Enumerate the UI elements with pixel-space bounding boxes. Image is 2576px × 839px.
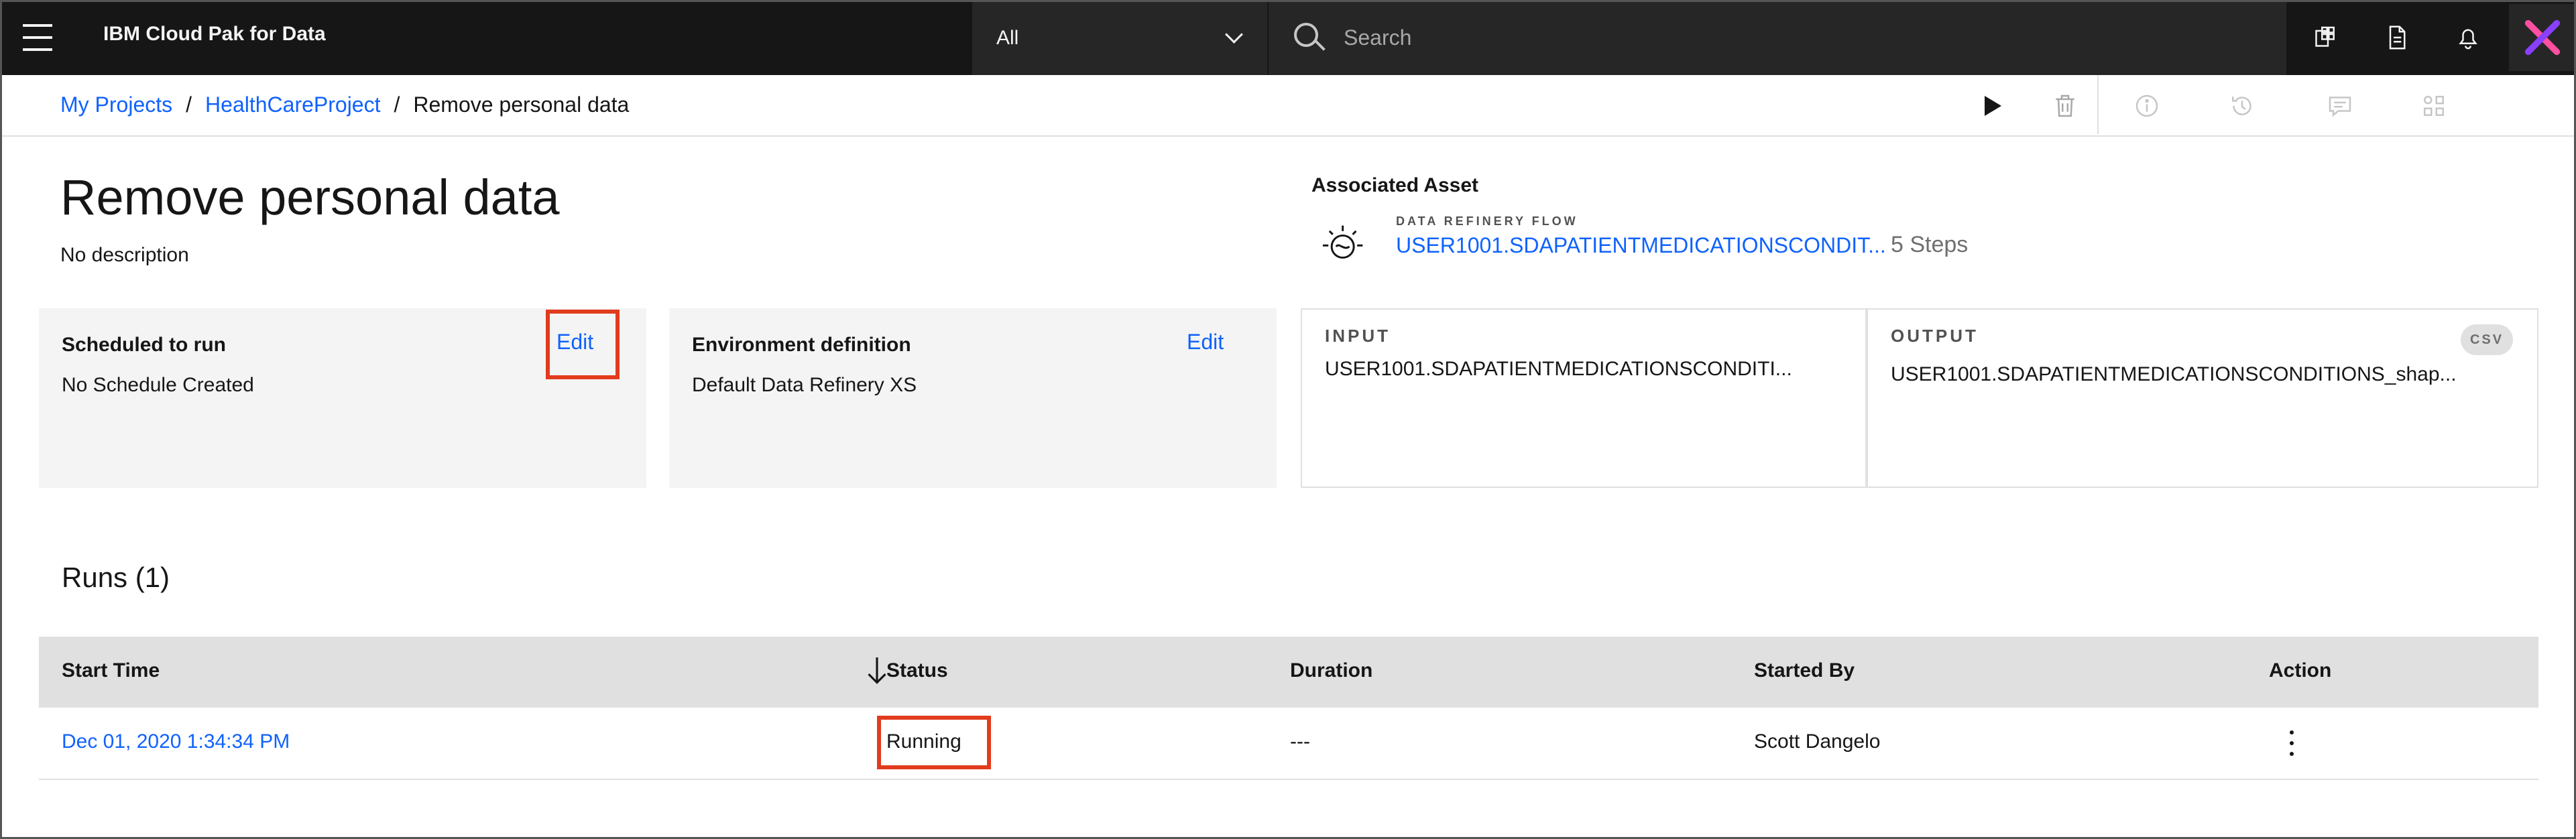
csv-badge: CSV (2461, 324, 2513, 355)
highlight-box-status (877, 716, 991, 769)
data-refinery-flow-icon (1322, 225, 1363, 259)
search-bar (1269, 0, 2286, 75)
brand-name[interactable]: IBM Cloud Pak for Data (103, 23, 326, 46)
input-panel: INPUT USER1001.SDAPATIENTMEDICATIONSCOND… (1301, 308, 1867, 488)
document-icon[interactable] (2361, 0, 2433, 75)
trash-icon[interactable] (2045, 86, 2085, 126)
associated-asset-link[interactable]: USER1001.SDAPATIENTMEDICATIONSCONDIT... (1396, 233, 1886, 258)
environment-label: Environment definition (692, 334, 911, 356)
overflow-menu-icon[interactable] (2285, 726, 2298, 760)
scope-value: All (996, 27, 1019, 49)
column-header-started-by: Started By (1754, 659, 1855, 682)
schedule-label: Scheduled to run (62, 334, 227, 356)
hamburger-menu-icon[interactable] (23, 24, 52, 51)
output-label: OUTPUT (1891, 326, 1979, 346)
chevron-down-icon (1225, 25, 1243, 44)
run-started-by: Scott Dangelo (1754, 730, 1881, 753)
run-start-time-link[interactable]: Dec 01, 2020 1:34:34 PM (62, 730, 290, 753)
history-icon[interactable] (2222, 86, 2262, 126)
runs-table-header: Start Time Status Duration Started By Ac… (39, 637, 2538, 708)
catalog-icon[interactable] (2289, 0, 2360, 75)
info-icon[interactable] (2127, 86, 2167, 126)
output-panel: OUTPUT CSV USER1001.SDAPATIENTMEDICATION… (1867, 308, 2538, 488)
runs-title: Runs (1) (62, 562, 170, 593)
run-play-icon[interactable] (1971, 86, 2011, 126)
column-header-status: Status (886, 659, 948, 682)
integration-icon[interactable] (2414, 86, 2454, 126)
breadcrumb-current: Remove personal data (413, 92, 630, 117)
notification-bell-icon[interactable] (2433, 0, 2504, 75)
comment-icon[interactable] (2320, 86, 2360, 126)
user-avatar-icon[interactable] (2509, 4, 2576, 71)
breadcrumb-separator: / (394, 92, 400, 117)
breadcrumb-my-projects[interactable]: My Projects (60, 92, 172, 117)
page-title: Remove personal data (60, 170, 560, 225)
environment-edit-link[interactable]: Edit (1187, 330, 1224, 354)
highlight-box-edit (546, 310, 620, 379)
breadcrumb-separator: / (186, 92, 192, 117)
column-header-start-time[interactable]: Start Time (62, 659, 160, 682)
table-row: Dec 01, 2020 1:34:34 PM Running --- Scot… (39, 708, 2538, 780)
schedule-value: No Schedule Created (62, 374, 254, 396)
toolbar-divider (2097, 75, 2099, 134)
column-header-duration: Duration (1290, 659, 1373, 682)
output-value: USER1001.SDAPATIENTMEDICATIONSCONDITIONS… (1891, 363, 2457, 385)
associated-asset-type: DATA REFINERY FLOW (1396, 214, 1578, 228)
associated-asset-label: Associated Asset (1311, 174, 1478, 196)
column-header-action: Action (2269, 659, 2332, 682)
page-description: No description (60, 244, 189, 266)
search-input[interactable] (1342, 20, 2217, 55)
input-value: USER1001.SDAPATIENTMEDICATIONSCONDITI... (1325, 358, 1792, 380)
search-scope-dropdown[interactable]: All (972, 0, 1267, 75)
breadcrumb: My Projects / HealthCareProject / Remove… (60, 92, 629, 117)
top-header: IBM Cloud Pak for Data All (0, 0, 2576, 75)
breadcrumb-bar: My Projects / HealthCareProject / Remove… (0, 75, 2576, 137)
breadcrumb-healthcare-project[interactable]: HealthCareProject (205, 92, 380, 117)
environment-tile: Environment definition Default Data Refi… (669, 308, 1277, 488)
associated-asset-steps: 5 Steps (1891, 232, 1969, 257)
input-label: INPUT (1325, 326, 1391, 346)
run-duration: --- (1290, 730, 1310, 753)
search-icon (1294, 23, 1318, 47)
environment-value: Default Data Refinery XS (692, 374, 917, 396)
